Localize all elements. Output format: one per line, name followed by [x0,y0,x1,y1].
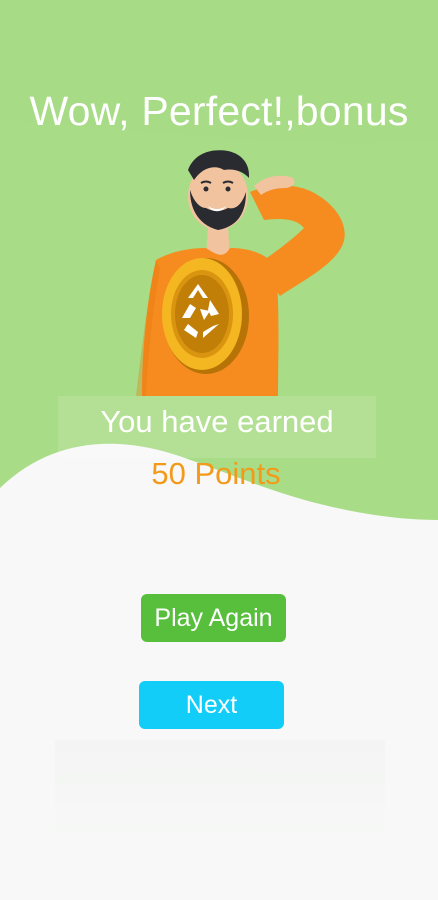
reward-screen: Wow, Perfect!,bonus You have earned 50 P… [0,0,438,900]
points-value: 50 Points [151,456,281,491]
decorative-shadow [55,740,385,840]
play-again-button[interactable]: Play Again [141,594,286,642]
next-button[interactable]: Next [139,681,284,729]
bonus-title: Wow, Perfect!,bonus [29,88,409,134]
smiling-man-with-recycle-coin-icon [136,150,345,396]
earned-label: You have earned [100,404,334,439]
